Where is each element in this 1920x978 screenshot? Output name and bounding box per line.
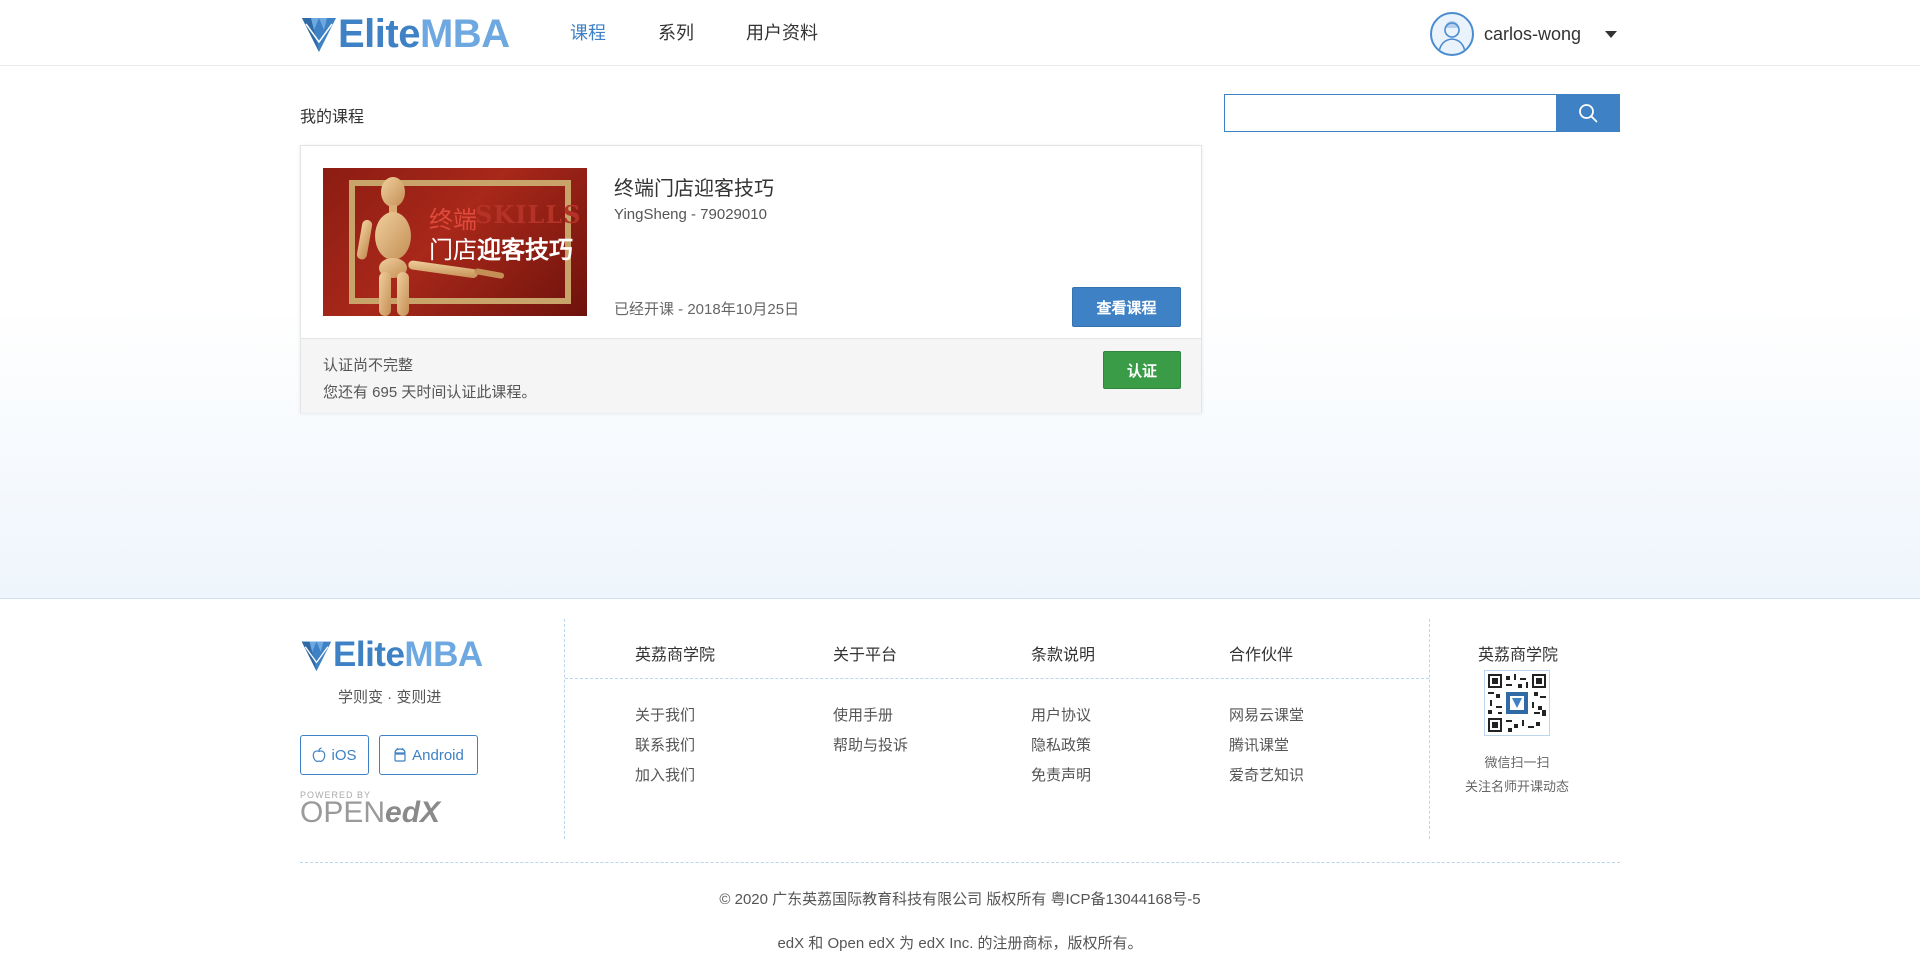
footer-link-join-us[interactable]: 加入我们 xyxy=(635,761,715,791)
logo-text-elite: Elite xyxy=(338,12,420,56)
footer-column-title: 英荔商学院 xyxy=(635,647,716,664)
android-icon xyxy=(394,747,406,762)
ios-label: iOS xyxy=(331,746,357,764)
qr-title: 英荔商学院 xyxy=(1478,647,1559,664)
footer-divider-left xyxy=(564,619,565,839)
user-avatar-icon xyxy=(1438,21,1466,53)
diamond-logo-icon xyxy=(301,641,332,671)
avatar[interactable] xyxy=(1430,12,1474,56)
apple-icon xyxy=(313,747,326,763)
view-course-button[interactable]: 查看课程 xyxy=(1072,287,1181,327)
footer-link-iqiyi-knowledge[interactable]: 爱奇艺知识 xyxy=(1229,761,1304,791)
footer-divider-right xyxy=(1429,619,1430,839)
footer-column-title: 关于平台 xyxy=(833,647,898,664)
powered-by-open-edx-logo[interactable]: POWERED BY OPENedX xyxy=(300,790,440,828)
copyright-text: © 2020 广东英荔国际教育科技有限公司 版权所有 粤ICP备13044168… xyxy=(719,891,1201,908)
search-button[interactable] xyxy=(1556,94,1620,132)
course-thumbnail[interactable]: 终端 SKILLS 门店迎客技巧 xyxy=(323,168,587,316)
nav-courses[interactable]: 课程 xyxy=(570,0,606,66)
nav-series[interactable]: 系列 xyxy=(658,0,694,66)
footer-link-user-agreement[interactable]: 用户协议 xyxy=(1031,701,1095,731)
footer-slogan: 学则变 · 变则进 xyxy=(338,689,442,706)
qr-code-icon xyxy=(1488,674,1546,732)
ios-app-button[interactable]: iOS xyxy=(300,735,369,775)
search-icon xyxy=(1579,104,1598,123)
course-start-date: 已经开课 - 2018年10月25日 xyxy=(614,301,800,318)
footer-logo[interactable]: EliteMBA xyxy=(300,637,483,673)
logo-text-elite: Elite xyxy=(333,635,405,674)
search-input[interactable] xyxy=(1224,94,1556,132)
site-footer: EliteMBA 学则变 · 变则进 iOS Android POWERED B… xyxy=(0,598,1920,978)
thumbnail-text-2: 门店迎客技巧 xyxy=(429,237,573,264)
footer-link-disclaimer[interactable]: 免责声明 xyxy=(1031,761,1095,791)
footer-bottom-divider xyxy=(300,862,1620,863)
footer-link-tencent-classroom[interactable]: 腾讯课堂 xyxy=(1229,731,1304,761)
qr-caption-follow: 关注名师开课动态 xyxy=(1464,779,1569,794)
footer-column-title: 合作伙伴 xyxy=(1229,647,1294,664)
verification-status: 认证尚不完整 xyxy=(323,357,414,374)
footer-column-partners: 合作伙伴 网易云课堂 腾讯课堂 爱奇艺知识 xyxy=(1229,641,1304,791)
footer-column-platform: 关于平台 使用手册 帮助与投诉 xyxy=(833,641,908,761)
trademark-text: edX 和 Open edX 为 edX Inc. 的注册商标，版权所有。 xyxy=(777,935,1143,952)
qr-caption-scan: 微信扫一扫 xyxy=(1484,755,1550,770)
site-logo[interactable]: EliteMBA xyxy=(300,14,510,54)
footer-link-help-complaints[interactable]: 帮助与投诉 xyxy=(833,731,908,761)
page-title: 我的课程 xyxy=(300,109,365,126)
course-search xyxy=(1224,94,1620,132)
nav-profile[interactable]: 用户资料 xyxy=(746,0,818,66)
course-org-code: YingSheng - 79029010 xyxy=(614,206,767,223)
verification-deadline: 您还有 695 天时间认证此课程。 xyxy=(323,384,537,401)
footer-link-contact-us[interactable]: 联系我们 xyxy=(635,731,715,761)
footer-column-title: 条款说明 xyxy=(1031,647,1096,664)
android-app-button[interactable]: Android xyxy=(379,735,478,775)
android-label: Android xyxy=(412,746,464,764)
username[interactable]: carlos-wong xyxy=(1484,24,1581,45)
footer-column-terms: 条款说明 用户协议 隐私政策 免责声明 xyxy=(1031,641,1095,791)
verification-panel: 认证尚不完整 您还有 695 天时间认证此课程。 认证 xyxy=(301,338,1201,413)
footer-column-academy: 英荔商学院 关于我们 联系我们 加入我们 xyxy=(635,641,715,791)
main-nav: 课程 系列 用户资料 xyxy=(570,0,870,66)
thumbnail-text-english: SKILLS xyxy=(475,200,582,229)
diamond-logo-icon xyxy=(302,18,336,52)
footer-link-privacy-policy[interactable]: 隐私政策 xyxy=(1031,731,1095,761)
course-card: 终端 SKILLS 门店迎客技巧 终端门店迎客技巧 YingSheng - 79… xyxy=(300,145,1202,413)
footer-link-about-us[interactable]: 关于我们 xyxy=(635,701,715,731)
user-menu[interactable]: carlos-wong xyxy=(1430,12,1618,56)
chevron-down-icon[interactable] xyxy=(1605,30,1618,38)
wechat-qr-code xyxy=(1484,670,1550,736)
logo-text-mba: MBA xyxy=(404,635,483,674)
logo-text-mba: MBA xyxy=(419,12,510,56)
footer-link-netease-cloud-classroom[interactable]: 网易云课堂 xyxy=(1229,701,1304,731)
verify-button[interactable]: 认证 xyxy=(1103,351,1181,389)
footer-link-user-manual[interactable]: 使用手册 xyxy=(833,701,908,731)
site-header: EliteMBA 课程 系列 用户资料 carlos-wong xyxy=(0,0,1920,66)
course-title[interactable]: 终端门店迎客技巧 xyxy=(614,172,774,201)
